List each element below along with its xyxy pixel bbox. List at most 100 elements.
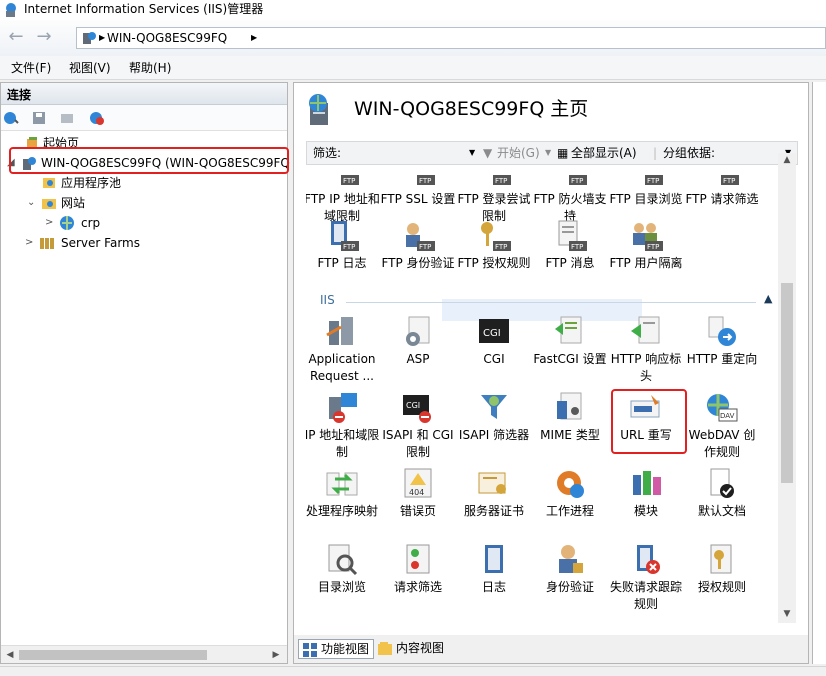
menu-view[interactable]: 视图(V) — [69, 60, 111, 76]
feature-label: FTP 授权规则 — [457, 256, 531, 270]
feature-application-request-routing[interactable]: Application Request ... — [306, 315, 380, 385]
group-header-iis[interactable]: IIS ▲ — [306, 292, 776, 311]
server-icon — [83, 32, 96, 44]
feature-mime-types[interactable]: MIME 类型 — [532, 391, 608, 444]
error-pages-icon: 404 — [404, 468, 432, 498]
svg-text:CGI: CGI — [483, 328, 501, 339]
feature-default-document[interactable]: 默认文档 — [684, 467, 760, 520]
collapse-group-icon[interactable]: ▲ — [764, 292, 772, 305]
feature-isapi-filters[interactable]: ISAPI 筛选器 — [456, 391, 532, 444]
feature-webdav-authoring-rules[interactable]: DAV WebDAV 创作规则 — [684, 391, 760, 461]
expand-icon[interactable]: > — [25, 233, 35, 253]
forward-arrow-icon[interactable]: → — [32, 27, 56, 49]
svg-text:FTP: FTP — [495, 243, 507, 251]
feature-ip-domain-restrictions[interactable]: IP 地址和域限制 — [306, 391, 380, 461]
funnel-icon: ▼ — [483, 146, 493, 160]
ftp-logon-attempts-icon: FTP — [493, 175, 511, 185]
feature-label: FTP 目录浏览 — [609, 192, 683, 206]
feature-ftp-ssl[interactable]: FTP FTP SSL 设置 — [380, 165, 456, 208]
address-bar[interactable]: ▶ WIN-QOG8ESC99FQ ▶ — [76, 27, 826, 49]
scroll-up-icon[interactable]: ▲ — [780, 153, 794, 167]
feature-ftp-firewall[interactable]: FTP FTP 防火墙支持 — [532, 165, 608, 225]
feature-ftp-request-filtering[interactable]: FTP FTP 请求筛选 — [684, 165, 760, 208]
feature-server-certificates[interactable]: 服务器证书 — [456, 467, 532, 520]
ftp-firewall-icon: FTP — [569, 175, 587, 185]
svg-text:CGI: CGI — [406, 401, 420, 410]
feature-ftp-logon-attempts[interactable]: FTP FTP 登录尝试限制 — [456, 165, 532, 225]
logging-icon — [485, 545, 503, 573]
feature-handler-mappings[interactable]: 处理程序映射 — [306, 467, 380, 520]
feature-ftp-ip-restrictions[interactable]: FTP FTP IP 地址和域限制 — [306, 165, 380, 225]
feature-request-filtering[interactable]: 请求筛选 — [380, 543, 456, 596]
url-rewrite-highlight-box — [611, 389, 687, 454]
feature-failed-request-tracing[interactable]: 失败请求跟踪规则 — [608, 543, 684, 613]
address-path[interactable]: WIN-QOG8ESC99FQ — [107, 30, 227, 46]
feature-ftp-messages[interactable]: FTP FTP 消息 — [532, 219, 608, 272]
filter-dropdown-icon[interactable]: ▼ — [469, 145, 475, 161]
scrollbar-thumb[interactable] — [19, 650, 207, 660]
feature-isapi-cgi-restrictions[interactable]: CGI ISAPI 和 CGI 限制 — [380, 391, 456, 461]
breadcrumb-separator-icon: ▶ — [99, 33, 106, 42]
feature-modules[interactable]: 模块 — [608, 467, 684, 520]
menu-file[interactable]: 文件(F) — [11, 60, 51, 76]
scrollbar-thumb[interactable] — [781, 283, 793, 483]
feature-label: HTTP 重定向 — [686, 352, 758, 366]
feature-ftp-user-isolation[interactable]: FTP FTP 用户隔离 — [608, 219, 684, 272]
feature-error-pages[interactable]: 404 错误页 — [380, 467, 456, 520]
show-all-button[interactable]: 全部显示(A) — [571, 145, 637, 161]
navigation-bar: ← → ▶ WIN-QOG8ESC99FQ ▶ — [0, 20, 826, 56]
tab-content-view[interactable]: 内容视图 — [374, 639, 448, 659]
up-folder-icon[interactable] — [59, 110, 75, 126]
filter-input[interactable] — [351, 143, 479, 163]
feature-logging[interactable]: 日志 — [456, 543, 532, 596]
website-globe-icon — [60, 216, 74, 230]
feature-label: IP 地址和域限制 — [306, 428, 380, 459]
feature-authorization-rules[interactable]: 授权规则 — [684, 543, 760, 596]
back-arrow-icon[interactable]: ← — [4, 27, 28, 49]
vertical-scrollbar[interactable]: ▲ ▼ — [778, 153, 796, 623]
tree-label: 应用程序池 — [61, 176, 122, 190]
features-list: FTP FTP IP 地址和域限制 FTP FTP SSL 设置 FTP FTP… — [306, 165, 798, 623]
ip-domain-restrictions-icon — [329, 393, 357, 423]
feature-http-response-headers[interactable]: HTTP 响应标头 — [608, 315, 684, 385]
default-document-icon — [710, 468, 734, 498]
connections-title: 连接 — [7, 88, 32, 102]
scroll-left-icon[interactable]: ◀ — [3, 648, 17, 662]
start-dropdown-icon[interactable]: ▼ — [545, 145, 551, 161]
save-icon[interactable] — [31, 110, 47, 126]
tree-item-sites[interactable]: ⌄ 网站 — [1, 193, 287, 213]
feature-directory-browsing[interactable]: 目录浏览 — [306, 543, 380, 596]
feature-worker-processes[interactable]: 工作进程 — [532, 467, 608, 520]
disconnect-icon[interactable] — [89, 110, 105, 126]
feature-ftp-logging[interactable]: FTP FTP 日志 — [306, 219, 380, 272]
feature-ftp-authentication[interactable]: FTP FTP 身份验证 — [380, 219, 456, 272]
expand-icon[interactable]: > — [45, 213, 55, 233]
feature-ftp-authorization[interactable]: FTP FTP 授权规则 — [456, 219, 532, 272]
breadcrumb-expand-icon[interactable]: ▶ — [251, 30, 257, 46]
feature-authentication[interactable]: 身份验证 — [532, 543, 608, 596]
sites-folder-icon — [42, 199, 56, 209]
svg-text:FTP: FTP — [647, 243, 659, 251]
feature-http-redirect[interactable]: HTTP 重定向 — [684, 315, 760, 368]
start-filter-button[interactable]: 开始(G) — [497, 145, 540, 161]
tree-item-site-crp[interactable]: > crp — [1, 213, 287, 233]
connect-globe-icon[interactable] — [3, 110, 19, 126]
feature-asp[interactable]: ASP — [380, 315, 456, 368]
ftp-logging-icon: FTP — [331, 221, 359, 251]
collapse-icon[interactable]: ⌄ — [27, 193, 37, 213]
feature-cgi[interactable]: CGI CGI — [456, 315, 532, 368]
feature-fastcgi-settings[interactable]: FastCGI 设置 — [532, 315, 608, 368]
svg-text:404: 404 — [409, 488, 424, 497]
feature-ftp-directory-browsing[interactable]: FTP FTP 目录浏览 — [608, 165, 684, 208]
horizontal-scrollbar[interactable]: ◀ ▶ — [1, 645, 287, 663]
content-view-icon — [378, 642, 392, 655]
status-bar — [0, 666, 826, 676]
tree-item-app-pools[interactable]: 应用程序池 — [1, 173, 287, 193]
feature-label: 默认文档 — [697, 504, 746, 518]
scroll-down-icon[interactable]: ▼ — [780, 607, 794, 621]
tab-features-view[interactable]: 功能视图 — [298, 639, 375, 659]
menu-help[interactable]: 帮助(H) — [129, 60, 171, 76]
tree-item-server-farms[interactable]: > Server Farms — [1, 233, 287, 253]
scroll-right-icon[interactable]: ▶ — [269, 648, 283, 662]
feature-label: ISAPI 筛选器 — [458, 428, 530, 442]
